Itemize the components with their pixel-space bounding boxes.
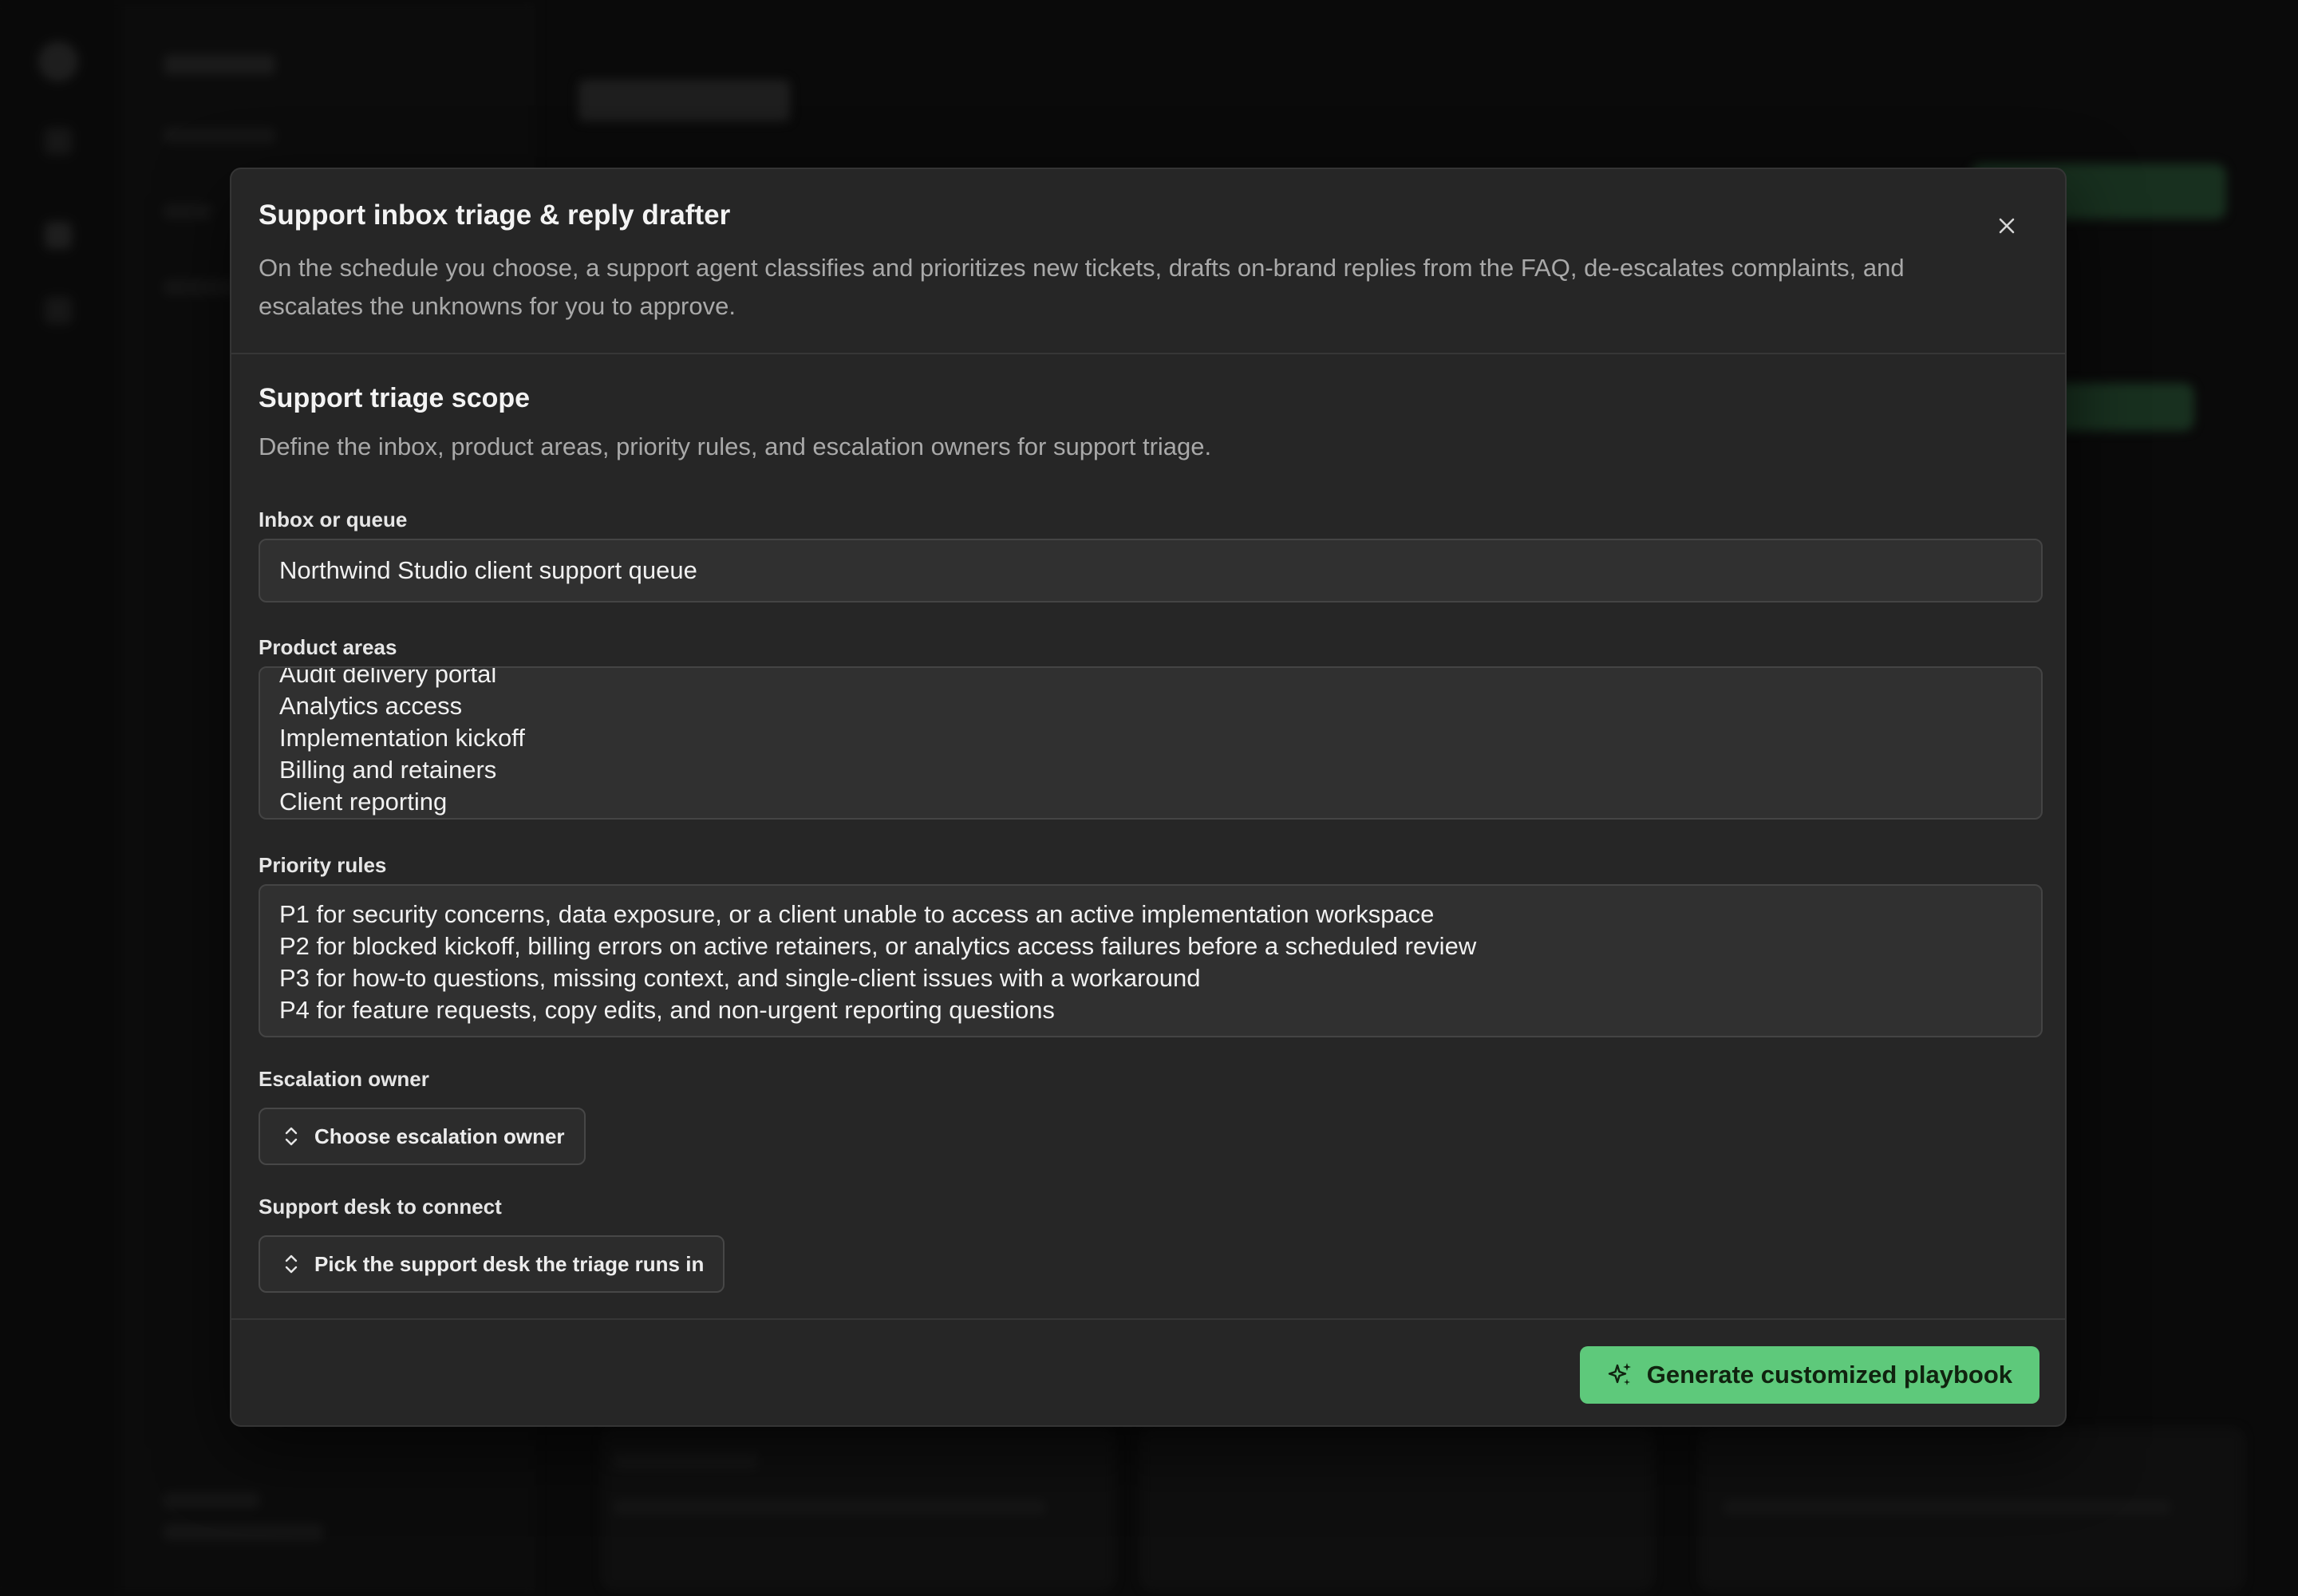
generate-playbook-label: Generate customized playbook bbox=[1646, 1361, 2012, 1389]
dialog-header: Support inbox triage & reply drafter On … bbox=[231, 169, 2065, 354]
product-area-line: Audit delivery portal bbox=[279, 666, 497, 688]
product-areas-label: Product areas bbox=[259, 635, 397, 659]
support-desk-label: Support desk to connect bbox=[259, 1195, 502, 1219]
chevron-up-down-icon bbox=[285, 1127, 298, 1146]
support-desk-select-label: Pick the support desk the triage runs in bbox=[314, 1251, 705, 1276]
sparkles-icon bbox=[1608, 1363, 1631, 1385]
product-area-line: Client reporting bbox=[279, 788, 448, 816]
product-area-line: Implementation kickoff bbox=[279, 724, 525, 752]
priority-rule-line: P4 for feature requests, copy edits, and… bbox=[279, 996, 1055, 1024]
generate-playbook-button[interactable]: Generate customized playbook bbox=[1579, 1346, 2039, 1404]
priority-rule-line: P1 for security concerns, data exposure,… bbox=[279, 900, 1435, 928]
close-button[interactable] bbox=[1988, 207, 2025, 244]
priority-rule-line: P3 for how-to questions, missing context… bbox=[279, 964, 1201, 992]
priority-rules-label: Priority rules bbox=[259, 853, 387, 877]
product-areas-textarea[interactable]: Audit delivery portal Analytics access I… bbox=[259, 666, 2043, 820]
close-icon bbox=[1999, 218, 2015, 234]
inbox-input[interactable]: Northwind Studio client support queue bbox=[259, 539, 2043, 602]
section-description: Define the inbox, product areas, priorit… bbox=[259, 433, 1212, 460]
product-area-line: Analytics access bbox=[279, 692, 463, 720]
chevron-up-down-icon bbox=[285, 1254, 298, 1274]
playbook-dialog: Support inbox triage & reply drafter On … bbox=[230, 168, 2067, 1427]
priority-rules-textarea[interactable]: P1 for security concerns, data exposure,… bbox=[259, 884, 2043, 1037]
priority-rule-line: P2 for blocked kickoff, billing errors o… bbox=[279, 932, 1477, 960]
dialog-description: On the schedule you choose, a support ag… bbox=[259, 254, 1905, 320]
section-title: Support triage scope bbox=[259, 383, 531, 413]
escalation-owner-select-label: Choose escalation owner bbox=[314, 1124, 565, 1148]
dialog-title: Support inbox triage & reply drafter bbox=[259, 200, 731, 231]
support-desk-select[interactable]: Pick the support desk the triage runs in bbox=[259, 1235, 725, 1293]
escalation-owner-select[interactable]: Choose escalation owner bbox=[259, 1108, 586, 1165]
escalation-owner-label: Escalation owner bbox=[259, 1067, 429, 1091]
product-area-line: Billing and retainers bbox=[279, 756, 497, 784]
inbox-label: Inbox or queue bbox=[259, 508, 408, 531]
